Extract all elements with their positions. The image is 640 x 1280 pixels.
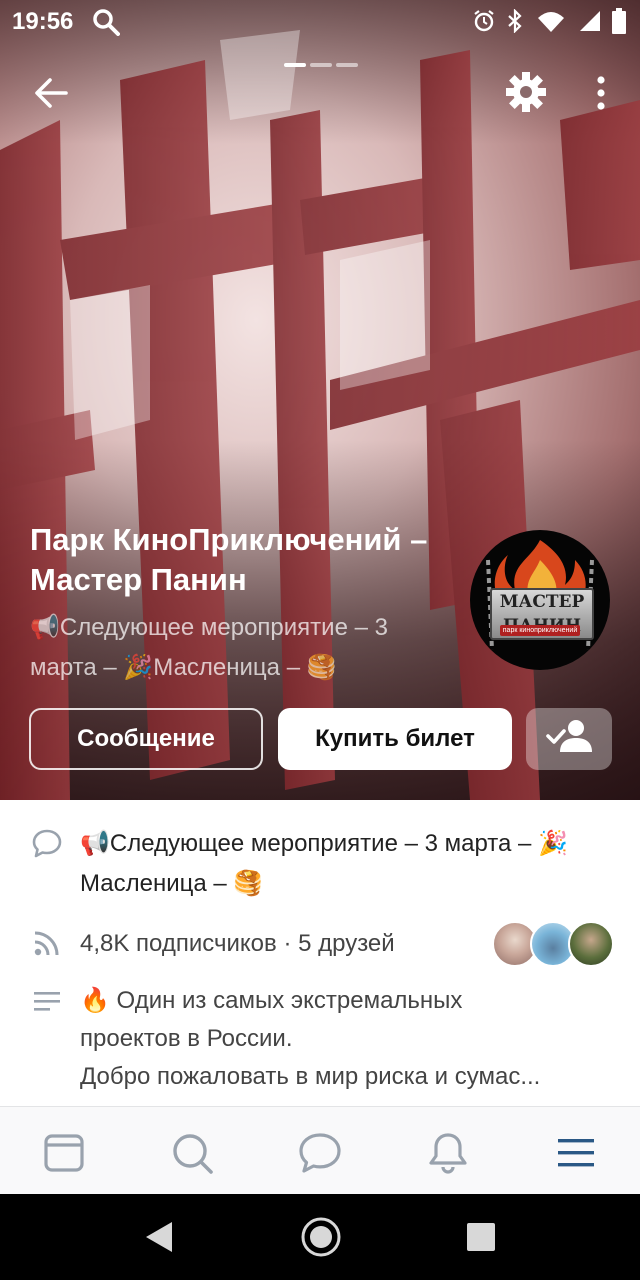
followers-count[interactable]: 4,8K подписчиков · 5 друзей (80, 924, 395, 964)
gear-icon[interactable] (504, 70, 548, 114)
community-avatar[interactable]: МАСТЕР ПАНИН парк киноприключений (470, 530, 610, 670)
community-description[interactable]: 🔥 Один из самых экстремальных проектов в… (80, 982, 620, 1096)
system-home-icon[interactable] (300, 1216, 342, 1263)
system-recents-icon[interactable] (466, 1222, 496, 1257)
bottom-navigation (0, 1106, 640, 1195)
avatar-logo-subtext: парк киноприключений (500, 625, 580, 636)
bluetooth-icon (506, 8, 524, 40)
nav-feed-icon[interactable] (42, 1131, 86, 1175)
cover-image: 19:56 Парк КиноПриключений – Мастер Пани… (0, 0, 640, 800)
status-bar: 19:56 (0, 0, 640, 44)
more-vertical-icon[interactable] (588, 72, 614, 114)
friend-avatar (568, 921, 614, 967)
friends-avatars[interactable] (492, 921, 614, 967)
status-time: 19:56 (12, 8, 74, 35)
nav-search-icon[interactable] (170, 1131, 214, 1175)
message-button[interactable]: Сообщение (29, 708, 263, 770)
pager-dot (310, 63, 332, 67)
buy-ticket-button[interactable]: Купить билет (278, 708, 512, 770)
description-line: проектов в России. (80, 1025, 293, 1052)
system-back-icon[interactable] (142, 1220, 174, 1259)
system-navigation-bar (0, 1194, 640, 1280)
community-name: Парк КиноПриключений – Мастер Панин (30, 522, 428, 597)
nav-menu-icon[interactable] (554, 1131, 598, 1175)
battery-icon (612, 8, 626, 41)
user-check-icon (546, 719, 592, 760)
followers-feed-icon (32, 928, 62, 958)
info-status-text: 📢Следующее мероприятие – 3 марта – 🎉Масл… (80, 830, 568, 897)
cover-pager (284, 63, 358, 67)
community-status: 📢Следующее мероприятие – 3 марта – 🎉Масл… (30, 614, 388, 681)
description-line: Добро пожаловать в мир риска и сумас... (80, 1063, 541, 1090)
pager-dot (336, 63, 358, 67)
nav-messages-icon[interactable] (298, 1131, 342, 1175)
subscribed-button[interactable] (526, 708, 612, 770)
back-arrow-icon[interactable] (30, 72, 72, 114)
description-line: 🔥 Один из самых экстремальных (80, 987, 463, 1014)
pager-dot (284, 63, 306, 67)
wifi-icon (534, 8, 568, 41)
status-bubble-icon (32, 828, 62, 858)
alarm-icon (472, 9, 496, 40)
nav-notifications-icon[interactable] (426, 1131, 470, 1175)
signal-icon (578, 9, 602, 40)
search-icon (92, 8, 120, 43)
description-lines-icon (32, 988, 62, 1018)
